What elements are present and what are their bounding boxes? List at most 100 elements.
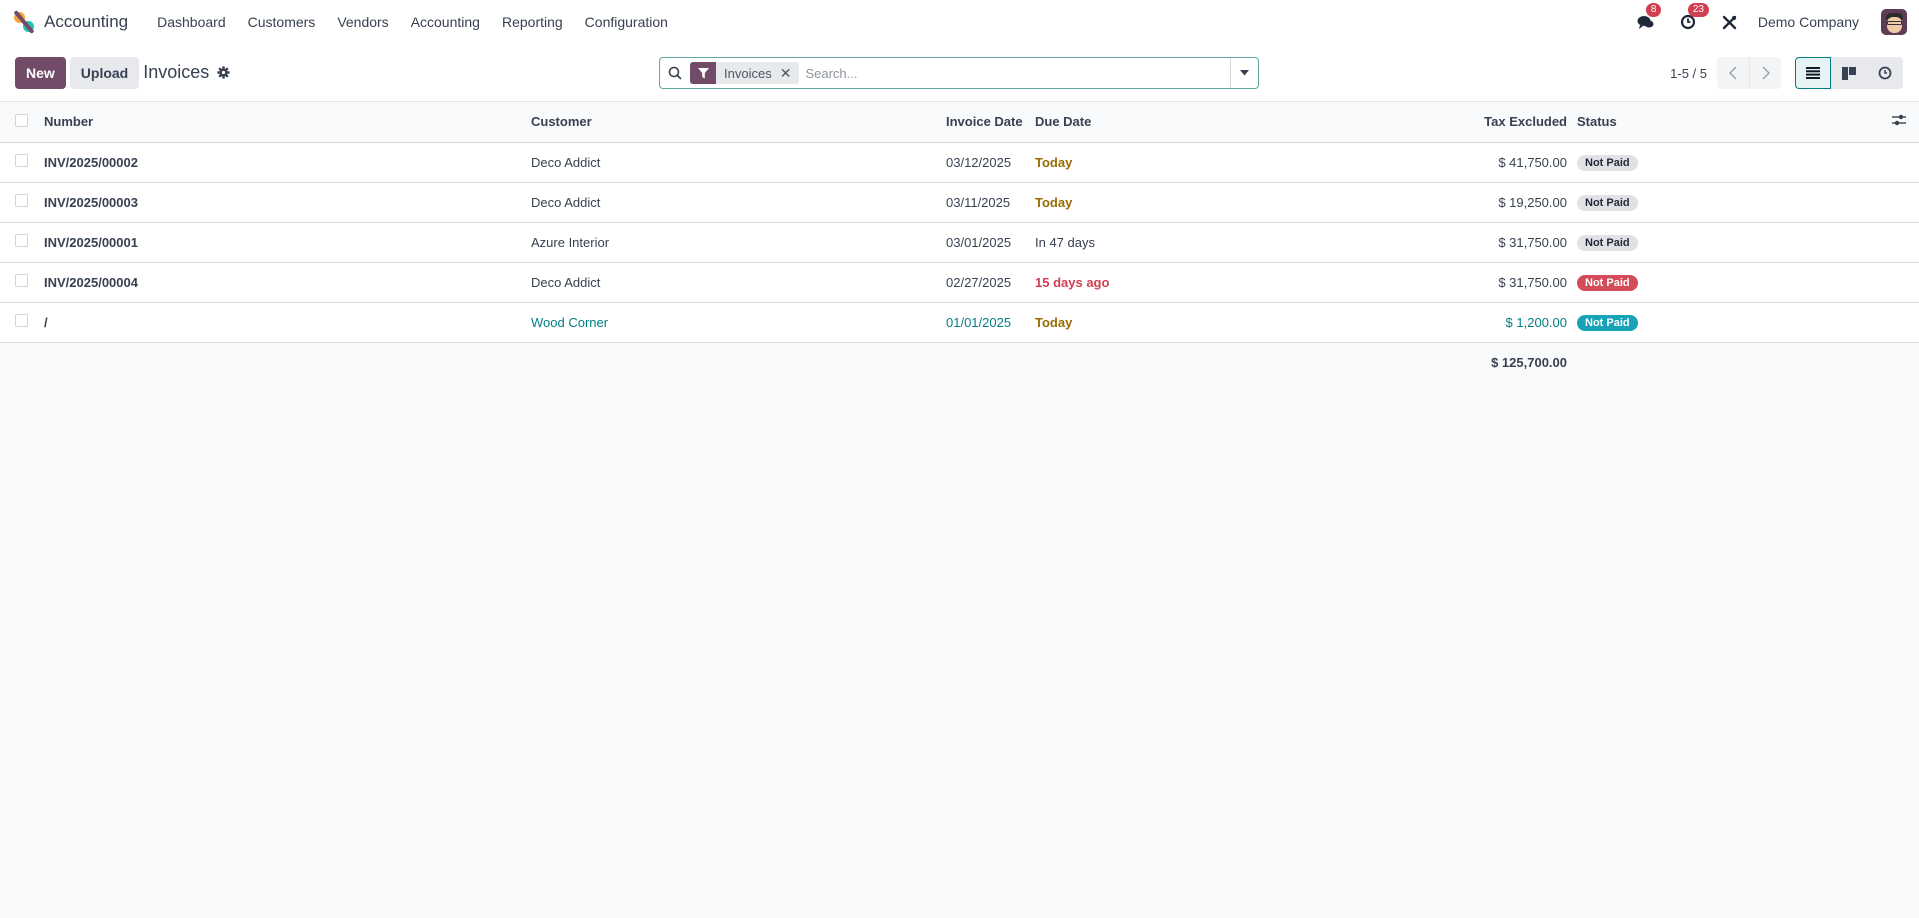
search-input[interactable] (805, 65, 1230, 81)
tax-excluded-amount: $ 19,250.00 (1275, 182, 1577, 223)
invoice-date: 01/01/2025 (946, 302, 1035, 343)
kanban-view-button[interactable] (1831, 57, 1867, 89)
customer-name: Deco Addict (531, 142, 946, 183)
row-select-cell (0, 222, 44, 263)
list-icon (1806, 67, 1820, 79)
row-checkbox[interactable] (15, 194, 28, 207)
customer-name: Wood Corner (531, 302, 946, 343)
messages-button[interactable]: 8 (1636, 3, 1662, 32)
activity-view-button[interactable] (1867, 57, 1903, 89)
search-facet: Invoices ✕ (690, 62, 800, 84)
table-header-row: Number Customer Invoice Date Due Date Ta… (0, 102, 1919, 143)
due-date: 15 days ago (1035, 262, 1275, 303)
accounting-logo-icon (12, 9, 36, 35)
table-row[interactable]: INV/2025/00002 Deco Addict 03/12/2025 Today… (0, 142, 1919, 183)
activities-button[interactable]: 23 (1678, 3, 1709, 32)
table-row[interactable]: INV/2025/00004 Deco Addict 02/27/2025 15 da… (0, 262, 1919, 303)
status-badge: Not Paid (1577, 314, 1638, 331)
top-navbar: Accounting Dashboard Customers Vendors A… (0, 0, 1919, 44)
gear-icon[interactable] (217, 66, 230, 79)
pager: 1-5 / 5 (1670, 57, 1781, 89)
column-header-status[interactable]: Status (1577, 102, 1879, 143)
tools-icon (1723, 15, 1737, 29)
select-all-checkbox[interactable] (15, 113, 28, 127)
row-checkbox[interactable] (15, 314, 28, 327)
row-checkbox[interactable] (15, 274, 28, 287)
menu-reporting[interactable]: Reporting (491, 14, 574, 30)
due-date: Today (1035, 182, 1275, 223)
pager-previous-button[interactable] (1717, 57, 1749, 89)
app-name: Accounting (44, 12, 129, 31)
control-panel: New Upload Invoices Invoices ✕ 1-5 / 5 (0, 44, 1919, 102)
status-cell: Not Paid (1577, 182, 1879, 223)
pager-value[interactable]: 1-5 / 5 (1670, 66, 1707, 81)
table-row[interactable]: INV/2025/00001 Azure Interior 03/01/2025 In… (0, 222, 1919, 263)
company-switcher[interactable]: Demo Company (1758, 14, 1859, 30)
user-avatar[interactable] (1881, 9, 1907, 35)
status-cell: Not Paid (1577, 222, 1879, 263)
menu-configuration[interactable]: Configuration (574, 14, 679, 30)
search-icon[interactable] (660, 66, 690, 80)
invoice-number: / (44, 302, 531, 343)
column-header-customer[interactable]: Customer (531, 102, 946, 143)
chevron-right-icon (1761, 66, 1770, 80)
row-select-cell (0, 182, 44, 223)
activities-count-badge: 23 (1687, 3, 1709, 17)
status-badge: Not Paid (1577, 194, 1638, 211)
invoice-date: 03/01/2025 (946, 222, 1035, 263)
column-header-due-date[interactable]: Due Date (1035, 102, 1275, 143)
messages-count-badge: 8 (1645, 3, 1662, 17)
app-brand[interactable]: Accounting (12, 9, 129, 35)
menu-customers[interactable]: Customers (237, 14, 327, 30)
due-date: In 47 days (1035, 222, 1275, 263)
main-menu: Dashboard Customers Vendors Accounting R… (146, 14, 679, 30)
menu-accounting[interactable]: Accounting (400, 14, 491, 30)
select-all-cell (0, 102, 44, 143)
list-view-button[interactable] (1795, 57, 1831, 89)
search-options-toggle[interactable] (1230, 58, 1258, 88)
customer-name: Deco Addict (531, 182, 946, 223)
breadcrumb: Invoices (143, 62, 230, 83)
tax-excluded-amount: $ 31,750.00 (1275, 262, 1577, 303)
invoice-number: INV/2025/00002 (44, 142, 531, 183)
chevron-left-icon (1729, 66, 1737, 80)
page-title: Invoices (143, 62, 210, 82)
optional-columns-toggle[interactable] (1879, 102, 1919, 143)
customer-name: Deco Addict (531, 262, 946, 303)
upload-button[interactable]: Upload (69, 56, 140, 89)
clock-icon (1878, 66, 1892, 80)
total-tax-excluded: $ 125,700.00 (1275, 342, 1577, 382)
kanban-icon (1842, 66, 1856, 80)
caret-down-icon (1240, 70, 1249, 76)
row-select-cell (0, 262, 44, 303)
status-badge: Not Paid (1577, 154, 1638, 171)
column-header-number[interactable]: Number (44, 102, 531, 143)
invoice-date: 03/11/2025 (946, 182, 1035, 223)
row-select-cell (0, 142, 44, 183)
status-cell: Not Paid (1577, 302, 1879, 343)
invoice-number: INV/2025/00004 (44, 262, 531, 303)
pager-next-button[interactable] (1749, 57, 1781, 89)
table-row[interactable]: INV/2025/00003 Deco Addict 03/11/2025 Today… (0, 182, 1919, 223)
column-header-invoice-date[interactable]: Invoice Date (946, 102, 1035, 143)
tax-excluded-amount: $ 1,200.00 (1275, 302, 1577, 343)
invoice-date: 02/27/2025 (946, 262, 1035, 303)
debug-tools-button[interactable] (1720, 12, 1740, 32)
new-button[interactable]: New (15, 56, 66, 89)
tax-excluded-amount: $ 41,750.00 (1275, 142, 1577, 183)
tax-excluded-amount: $ 31,750.00 (1275, 222, 1577, 263)
status-cell: Not Paid (1577, 262, 1879, 303)
column-header-tax-excluded[interactable]: Tax Excluded (1275, 102, 1577, 143)
table-footer-row: $ 125,700.00 (0, 342, 1919, 382)
invoice-list-table: Number Customer Invoice Date Due Date Ta… (0, 102, 1919, 382)
menu-vendors[interactable]: Vendors (326, 14, 399, 30)
status-cell: Not Paid (1577, 142, 1879, 183)
menu-dashboard[interactable]: Dashboard (146, 14, 237, 30)
row-checkbox[interactable] (15, 234, 28, 247)
status-badge: Not Paid (1577, 274, 1638, 291)
due-date: Today (1035, 142, 1275, 183)
row-checkbox[interactable] (15, 154, 28, 167)
facet-remove-icon[interactable]: ✕ (780, 65, 800, 82)
table-row[interactable]: / Wood Corner 01/01/2025 Today $ 1,200.00 Not… (0, 302, 1919, 343)
invoice-number: INV/2025/00003 (44, 182, 531, 223)
